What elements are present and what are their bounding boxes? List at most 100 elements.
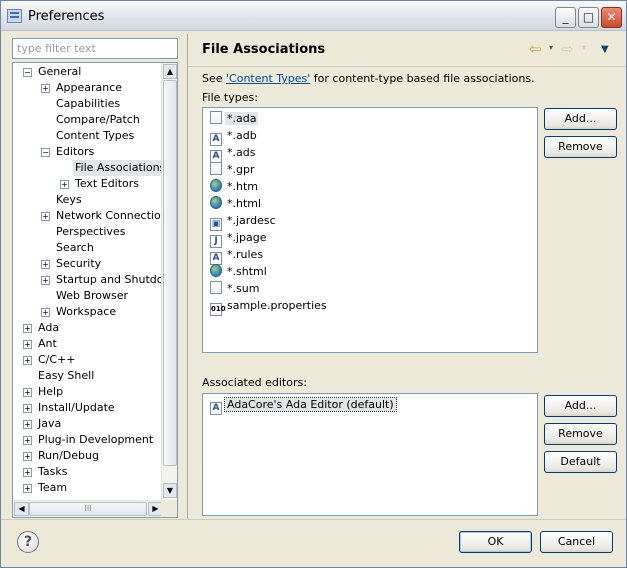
file-type-row[interactable]: A *.adb (210, 127, 259, 146)
content-types-hint: See 'Content Types' for content-type bas… (202, 72, 535, 85)
tree-item-perspectives[interactable]: Perspectives (54, 224, 127, 240)
tree-item-capabilities[interactable]: Capabilities (54, 96, 122, 112)
file-type-row[interactable]: *.sum (210, 280, 261, 297)
tree-item-label: Java (38, 417, 62, 430)
tree-item-install-update[interactable]: + Install/Update (23, 400, 117, 416)
tree-item-web-browser[interactable]: Web Browser (54, 288, 130, 304)
file-type-row[interactable]: *.ada (210, 110, 259, 127)
help-icon[interactable]: ? (17, 531, 39, 553)
bin-file-icon: 010 (210, 303, 226, 316)
cancel-button[interactable]: Cancel (540, 531, 613, 553)
tree-item-startup-and-shutdown[interactable]: + Startup and Shutdown (41, 272, 162, 288)
minimize-button[interactable]: _ (555, 7, 576, 28)
expand-icon[interactable]: + (23, 436, 32, 445)
file-type-row[interactable]: A *.rules (210, 246, 265, 265)
editor-row[interactable]: A AdaCore's Ada Editor (default) (210, 396, 397, 415)
file-type-row[interactable]: *.html (210, 195, 263, 212)
tree-item-workspace[interactable]: + Workspace (41, 304, 118, 320)
file-type-row[interactable]: *.htm (210, 178, 260, 195)
scroll-down-arrow-icon[interactable]: ▼ (163, 483, 177, 498)
tree-item-c-c[interactable]: + C/C++ (23, 352, 78, 368)
tree-item-label: Security (56, 257, 102, 270)
tree-item-keys[interactable]: Keys (54, 192, 84, 208)
tree-item-ada[interactable]: + Ada (23, 320, 61, 336)
tree-item-file-associations[interactable]: File Associations (73, 160, 162, 176)
forward-history-dropdown-icon[interactable]: ▾ (582, 43, 586, 52)
tree-item-team[interactable]: + Team (23, 480, 69, 496)
tree-item-plug-in-development[interactable]: + Plug-in Development (23, 432, 155, 448)
tree-item-content-types[interactable]: Content Types (54, 128, 136, 144)
close-button[interactable]: ✕ (601, 7, 622, 28)
tree-item-easy-shell[interactable]: Easy Shell (36, 368, 96, 384)
scroll-up-arrow-icon[interactable]: ▲ (163, 64, 177, 79)
expand-icon[interactable]: + (23, 420, 32, 429)
expand-icon[interactable]: + (41, 260, 50, 269)
file-type-add-button[interactable]: Add... (544, 108, 617, 130)
ok-button[interactable]: OK (459, 531, 532, 553)
tree-item-run-debug[interactable]: + Run/Debug (23, 448, 101, 464)
editor-default-button[interactable]: Default (544, 451, 617, 473)
file-type-row-label: *.gpr (227, 163, 255, 176)
scroll-left-arrow-icon[interactable]: ◀ (14, 502, 29, 516)
tree-item-search[interactable]: Search (54, 240, 96, 256)
tree-item-compare-patch[interactable]: Compare/Patch (54, 112, 142, 128)
collapse-icon[interactable]: − (23, 68, 32, 77)
tree-item-label: Editors (56, 145, 95, 158)
expand-icon[interactable]: + (41, 308, 50, 317)
tree-item-label: Team (38, 481, 68, 494)
file-type-remove-button[interactable]: Remove (544, 136, 617, 158)
back-arrow-icon[interactable]: ⇦ (529, 40, 542, 58)
tree-item-ant[interactable]: + Ant (23, 336, 59, 352)
ada-file-icon: A (210, 402, 222, 415)
expand-icon[interactable]: + (23, 468, 32, 477)
expand-icon[interactable]: + (23, 388, 32, 397)
tree-item-label: Content Types (56, 129, 135, 142)
expand-icon[interactable]: + (60, 180, 69, 189)
expand-icon[interactable]: + (23, 340, 32, 349)
expand-icon[interactable]: + (23, 484, 32, 493)
content-types-link[interactable]: 'Content Types' (226, 72, 310, 85)
tree-item-general[interactable]: − General (23, 64, 83, 80)
editor-add-button[interactable]: Add... (544, 395, 617, 417)
tree-horizontal-scroll-thumb[interactable]: III (29, 502, 147, 516)
file-type-row[interactable]: *.gpr (210, 161, 256, 178)
tree-item-tasks[interactable]: + Tasks (23, 464, 69, 480)
filter-input[interactable] (12, 38, 178, 59)
forward-arrow-icon[interactable]: ⇨ (561, 40, 574, 58)
tree-item-help[interactable]: + Help (23, 384, 65, 400)
collapse-icon[interactable]: − (41, 148, 50, 157)
tree-horizontal-scrollbar[interactable]: ◀ III ▶ (13, 500, 163, 517)
tree-item-network-connections[interactable]: + Network Connections (41, 208, 162, 224)
expand-icon[interactable]: + (41, 84, 50, 93)
tree-item-editors[interactable]: − Editors (41, 144, 96, 160)
expand-icon[interactable]: + (23, 356, 32, 365)
file-type-row[interactable]: ▣ *.jardesc (210, 212, 278, 231)
file-type-row[interactable]: *.shtml (210, 263, 269, 280)
tree-vertical-scroll-thumb[interactable] (163, 80, 177, 466)
file-type-row[interactable]: A *.ads (210, 144, 257, 163)
tree-item-label: Search (56, 241, 94, 254)
file-types-list[interactable]: *.ada A *.adb A *.ads *.gpr *.htm *.html ▣ *.jard… (202, 107, 538, 353)
globe-file-icon (210, 264, 222, 277)
back-history-dropdown-icon[interactable]: ▾ (549, 43, 553, 52)
maximize-button[interactable]: □ (578, 7, 599, 28)
view-menu-icon[interactable]: ▼ (601, 44, 609, 55)
file-type-row[interactable]: J *.jpage (210, 229, 269, 248)
expand-icon[interactable]: + (23, 404, 32, 413)
tree-item-appearance[interactable]: + Appearance (41, 80, 124, 96)
expand-icon[interactable]: + (41, 212, 50, 221)
expand-icon[interactable]: + (23, 452, 32, 461)
page-header-divider (188, 66, 626, 67)
tree-item-label: Easy Shell (38, 369, 95, 382)
tree-item-java[interactable]: + Java (23, 416, 63, 432)
tree-vertical-scrollbar[interactable]: ▲ ▼ (161, 63, 177, 500)
expand-icon[interactable]: + (41, 276, 50, 285)
tree-item-label: Text Editors (75, 177, 140, 190)
tree-item-security[interactable]: + Security (41, 256, 103, 272)
associated-editors-list[interactable]: A AdaCore's Ada Editor (default) (202, 393, 538, 516)
expand-icon[interactable]: + (23, 324, 32, 333)
globe-file-icon (210, 196, 222, 209)
tree-item-text-editors[interactable]: + Text Editors (60, 176, 141, 192)
editor-remove-button[interactable]: Remove (544, 423, 617, 445)
file-type-row[interactable]: 010sample.properties (210, 297, 329, 316)
